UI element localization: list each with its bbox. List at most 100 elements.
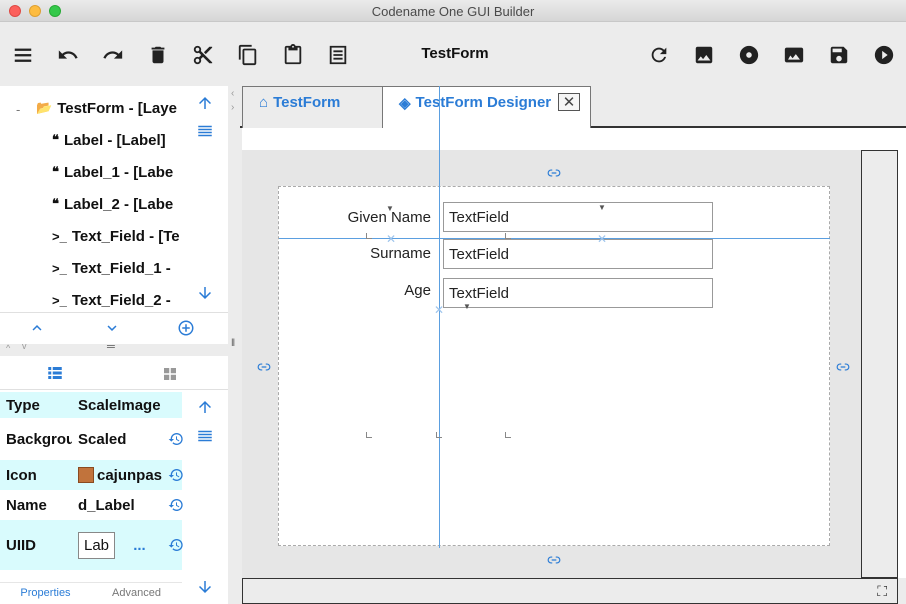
reset-uiid-button[interactable] (168, 537, 184, 553)
props-move-up-button[interactable] (196, 398, 216, 418)
folder-icon: 📂 (36, 100, 53, 115)
surname-textfield[interactable]: TextField (443, 239, 713, 269)
cut-icon (193, 45, 213, 65)
splitter-left-icon[interactable]: ‹ (231, 88, 234, 99)
menu-icon (14, 48, 32, 62)
tree-item-text-field[interactable]: >_ Text_Field - [Te (52, 225, 180, 247)
tree-item-label-1[interactable]: ❝ Label_1 - [Labe (52, 161, 173, 183)
left-anchor-link-icon[interactable] (257, 360, 271, 374)
resize-handle-icon[interactable] (366, 233, 372, 239)
run-button[interactable] (871, 42, 897, 68)
tab-testform[interactable]: ⌂ TestForm (242, 86, 383, 128)
property-row-icon[interactable]: Icon cajunpas (0, 460, 182, 490)
anchor-x-icon[interactable]: ✕ (597, 232, 607, 246)
toolbar: TestForm (0, 22, 906, 86)
tree-item-text-field-1[interactable]: >_ Text_Field_1 - (52, 257, 171, 279)
close-tab-button[interactable]: ✕ (558, 93, 580, 111)
property-key: Type (6, 396, 40, 414)
splitter-down-icon[interactable]: v (22, 341, 27, 351)
props-list-button[interactable] (196, 427, 216, 447)
tab-advanced[interactable]: Advanced (91, 583, 182, 604)
picture-button[interactable] (781, 42, 807, 68)
arrow-up-icon (199, 401, 211, 413)
splitter-up-icon[interactable]: ^ (6, 343, 10, 353)
reset-icon-button[interactable] (168, 467, 184, 483)
tree-item-label: TestForm - [Laye (57, 99, 177, 117)
tab-label: TestForm Designer (415, 94, 552, 111)
uiid-more-button[interactable]: ... (133, 537, 146, 554)
paste-button[interactable] (280, 42, 306, 68)
reset-name-button[interactable] (168, 497, 184, 513)
props-move-down-button[interactable] (196, 578, 216, 598)
surname-label[interactable]: Surname (321, 245, 431, 262)
copy-icon (238, 44, 257, 66)
disc-button[interactable] (736, 42, 762, 68)
resize-handle-icon[interactable] (505, 233, 511, 239)
property-list-view-button[interactable] (46, 364, 66, 384)
terminal-icon: >_ (52, 292, 67, 308)
reset-background-button[interactable] (168, 431, 184, 447)
resize-handle-icon[interactable] (436, 432, 442, 438)
property-row-name[interactable]: Name d_Label (0, 492, 182, 518)
given-name-textfield[interactable]: TextField (443, 202, 713, 232)
uiid-field[interactable]: Lab (78, 531, 116, 559)
arrow-down-icon (199, 287, 211, 299)
anchor-x-icon[interactable]: ✕ (386, 232, 396, 246)
list-view-button[interactable] (196, 122, 216, 142)
save-button[interactable] (826, 42, 852, 68)
redo-button[interactable] (100, 42, 126, 68)
picture-icon (784, 47, 804, 63)
horizontal-splitter[interactable]: ^ v ═ (0, 341, 228, 356)
tree-collapse-marker[interactable]: - (16, 102, 20, 117)
list-button[interactable] (325, 42, 351, 68)
cut-button[interactable] (190, 42, 216, 68)
move-up-button[interactable] (196, 94, 216, 114)
tree-item-testform[interactable]: 📂 TestForm - [Laye (36, 97, 177, 119)
tree-item-label: Label_1 - [Labe (64, 163, 174, 181)
property-grid-view-button[interactable] (161, 365, 181, 385)
refresh-button[interactable] (646, 42, 672, 68)
splitter-right-icon[interactable]: › (231, 102, 234, 113)
delete-button[interactable] (145, 42, 171, 68)
right-anchor-link-icon[interactable] (836, 360, 850, 374)
save-icon (830, 46, 848, 64)
dropdown-marker-icon: ▼ (386, 204, 394, 213)
splitter-grip-icon[interactable]: ‖ (231, 338, 235, 349)
fullscreen-icon[interactable]: ⛶ (877, 583, 887, 600)
undo-button[interactable] (55, 42, 81, 68)
tab-testform-designer[interactable]: ◈ TestForm Designer ✕ (382, 86, 591, 129)
tree-item-label-2[interactable]: ❝ Label_2 - [Labe (52, 193, 173, 215)
menu-button[interactable] (10, 42, 36, 68)
copy-button[interactable] (235, 42, 261, 68)
property-row-type[interactable]: Type ScaleImage (0, 392, 182, 418)
add-component-button[interactable] (177, 319, 197, 339)
vertical-splitter[interactable]: ‹ › ‖ (228, 86, 240, 604)
resize-handle-icon[interactable] (366, 432, 372, 438)
anchor-x-icon[interactable]: ✕ (434, 303, 444, 317)
arrow-up-icon (199, 97, 211, 109)
property-row-background[interactable]: Backgrou Scaled (0, 424, 182, 454)
property-row-uiid[interactable]: UIID Lab ... (0, 520, 182, 570)
bottom-anchor-link-icon[interactable] (547, 553, 561, 567)
move-down-button[interactable] (196, 284, 216, 304)
expand-down-button[interactable] (103, 319, 123, 339)
resize-handle-icon[interactable] (505, 432, 511, 438)
title-bar: Codename One GUI Builder (0, 0, 906, 22)
disc-icon (739, 45, 759, 65)
lines-icon (198, 430, 212, 442)
property-value: ScaleImage (78, 396, 161, 414)
paste-icon (284, 44, 302, 65)
property-key: UIID (6, 536, 36, 554)
image-button[interactable] (691, 42, 717, 68)
property-value: Scaled (78, 430, 127, 448)
tree-item-label[interactable]: ❝ Label - [Label] (52, 129, 166, 151)
age-label[interactable]: Age (321, 282, 431, 299)
property-key: Name (6, 496, 47, 514)
tree-item-text-field-2[interactable]: >_ Text_Field_2 - (52, 289, 171, 311)
given-name-label[interactable]: Given Name (321, 209, 431, 226)
top-anchor-link-icon[interactable] (547, 166, 561, 180)
splitter-grip-icon[interactable]: ═ (107, 341, 115, 353)
age-textfield[interactable]: TextField (443, 278, 713, 308)
collapse-up-button[interactable] (28, 319, 48, 339)
tab-properties[interactable]: Properties (0, 583, 91, 604)
